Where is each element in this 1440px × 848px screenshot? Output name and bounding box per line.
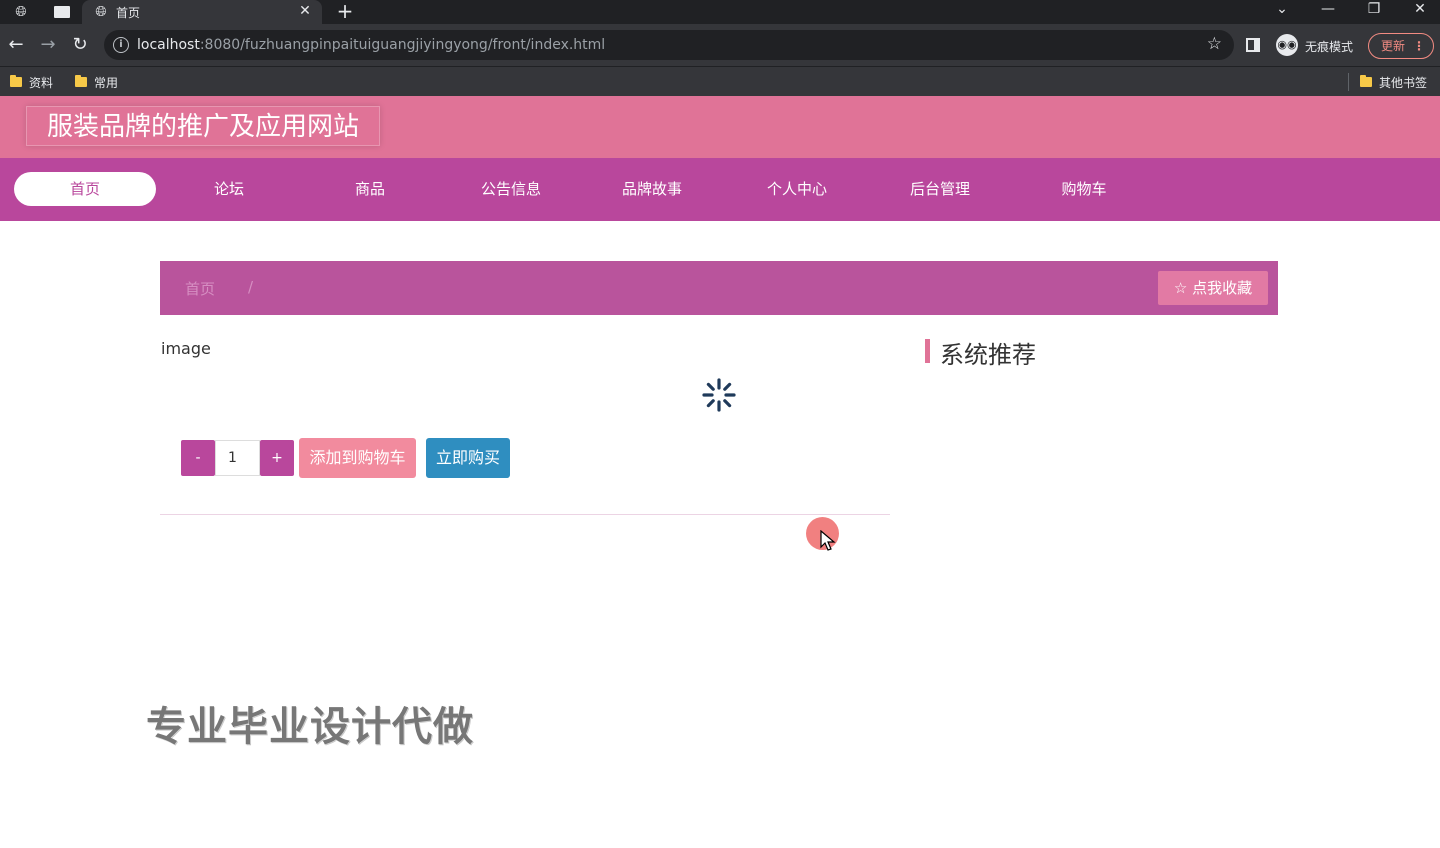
tab-search-chevron-icon[interactable]: ⌄ [1267, 0, 1297, 20]
other-bookmarks[interactable]: 其他书签 [1360, 73, 1427, 91]
nav-item-announcements[interactable]: 公告信息 [440, 172, 582, 206]
bookmark-label: 其他书签 [1379, 75, 1428, 90]
bookmark-separator [1348, 73, 1349, 91]
nav-item-brand-story[interactable]: 品牌故事 [581, 172, 723, 206]
window-close-icon[interactable]: ✕ [1405, 0, 1435, 20]
incognito-icon[interactable]: ◉◉ [1276, 34, 1298, 56]
bookmark-folder-2[interactable]: 常用 [75, 73, 118, 91]
folder-icon [10, 75, 22, 87]
main-nav: 首页 论坛 商品 公告信息 品牌故事 个人中心 后台管理 购物车 [0, 158, 1440, 221]
site-title: 服装品牌的推广及应用网站 [26, 106, 381, 146]
recommend-accent-bar [925, 339, 930, 363]
url-text[interactable]: localhost:8080/fuzhuangpinpaituiguangjiy… [137, 37, 605, 53]
menu-dots-icon[interactable]: ⋮ [1413, 34, 1425, 58]
add-to-cart-button[interactable]: 添加到购物车 [299, 438, 416, 478]
nav-item-cart[interactable]: 购物车 [1013, 172, 1155, 206]
browser-toolbar: ← → ↻ i localhost:8080/fuzhuangpinpaitui… [0, 24, 1440, 66]
content-divider [160, 514, 890, 515]
nav-item-home[interactable]: 首页 [14, 172, 156, 206]
recommend-title: 系统推荐 [940, 341, 1036, 369]
update-button[interactable]: 更新 ⋮ [1368, 33, 1434, 59]
nav-item-personal-center[interactable]: 个人中心 [726, 172, 868, 206]
breadcrumb-home[interactable]: 首页 [185, 278, 215, 299]
globe-icon: 🌐︎ [95, 4, 107, 20]
folder-icon [75, 75, 87, 87]
forward-arrow-icon[interactable]: → [37, 34, 59, 56]
back-arrow-icon[interactable]: ← [5, 34, 27, 56]
update-label: 更新 [1381, 39, 1406, 53]
product-image: image [160, 339, 211, 358]
info-icon[interactable]: i [113, 37, 129, 53]
url-path: :8080/fuzhuangpinpaituiguangjiyingyong/f… [199, 37, 606, 53]
quantity-increment-button[interactable]: + [260, 440, 294, 476]
new-tab-button[interactable]: + [334, 0, 356, 22]
quantity-decrement-button[interactable]: - [181, 440, 215, 476]
star-icon: ☆ [1173, 279, 1188, 297]
tab-title: 首页 [116, 6, 141, 20]
incognito-label: 无痕模式 [1305, 40, 1354, 54]
side-panel-icon[interactable] [1246, 38, 1260, 52]
bookmark-label: 资料 [29, 75, 54, 90]
image-alt-text: image [161, 339, 211, 358]
nav-item-admin[interactable]: 后台管理 [869, 172, 1011, 206]
loading-spinner-icon [702, 378, 736, 412]
bookmark-label: 常用 [94, 75, 119, 90]
buy-now-button[interactable]: 立即购买 [426, 438, 510, 478]
browser-tab-bar: 🌐︎ 🌐︎ 首页 ✕ + ⌄ — ❐ ✕ [0, 0, 1440, 24]
url-host: localhost [137, 37, 200, 53]
bookmark-folder-1[interactable]: 资料 [10, 73, 53, 91]
restore-icon[interactable]: ❐ [1359, 0, 1389, 20]
mouse-pointer-icon [820, 530, 836, 551]
folder-icon [1360, 75, 1372, 87]
favorite-button[interactable]: ☆ 点我收藏 [1158, 271, 1268, 305]
nav-item-products[interactable]: 商品 [299, 172, 441, 206]
breadcrumb-separator: / [248, 278, 254, 296]
nav-item-forum[interactable]: 论坛 [158, 172, 300, 206]
minimize-icon[interactable]: — [1313, 0, 1343, 20]
favorite-label: 点我收藏 [1192, 279, 1253, 297]
tab-window-icon[interactable] [48, 3, 76, 21]
quantity-input[interactable]: 1 [215, 440, 260, 476]
close-tab-icon[interactable]: ✕ [296, 2, 314, 20]
globe-icon[interactable]: 🌐︎ [12, 3, 30, 21]
site-header: 服装品牌的推广及应用网站 [0, 96, 1440, 158]
watermark-text: 专业毕业设计代做 [146, 704, 474, 750]
breadcrumb: 首页 / ☆ 点我收藏 [160, 261, 1278, 315]
star-icon[interactable]: ☆ [1207, 34, 1222, 54]
bookmarks-bar: 资料 常用 其他书签 [0, 66, 1440, 96]
reload-icon[interactable]: ↻ [69, 34, 91, 56]
browser-tab-active[interactable]: 🌐︎ 首页 ✕ [82, 0, 322, 24]
address-bar[interactable]: i localhost:8080/fuzhuangpinpaituiguangj… [104, 30, 1234, 60]
